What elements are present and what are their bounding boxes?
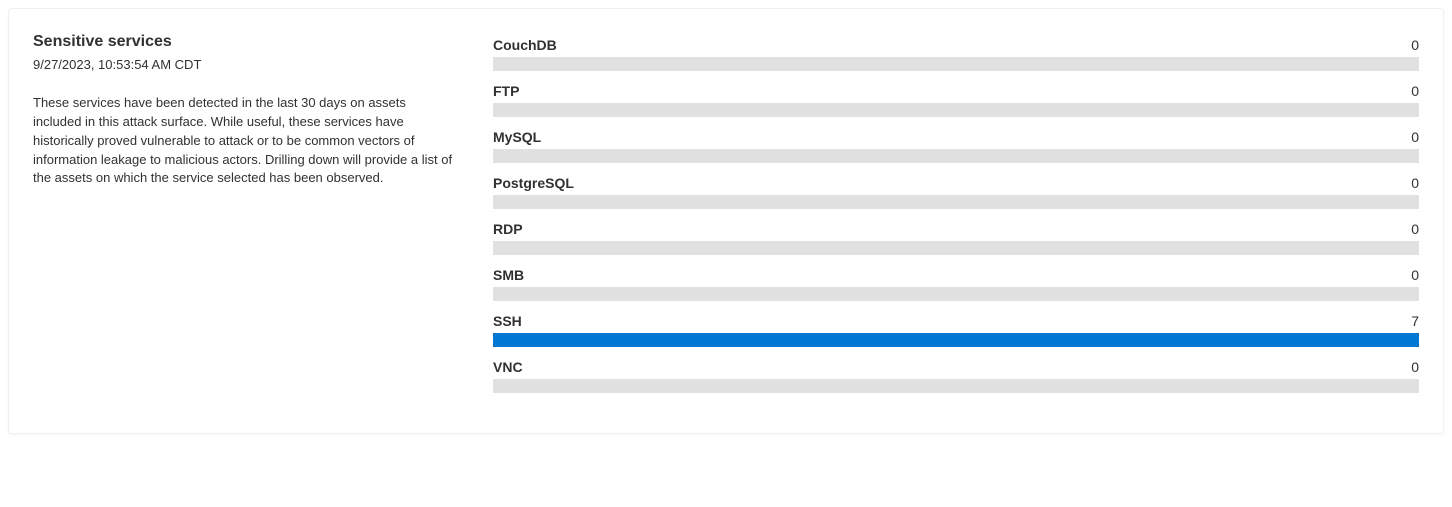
service-header[interactable]: SSH 7 bbox=[493, 313, 1419, 329]
services-list: CouchDB 0 FTP 0 MySQL 0 PostgreSQL 0 RDP 0 SMB 0 SSH… bbox=[493, 33, 1419, 401]
service-row[interactable]: RDP 0 bbox=[493, 217, 1419, 255]
bar-track bbox=[493, 57, 1419, 71]
card-layout: Sensitive services 9/27/2023, 10:53:54 A… bbox=[33, 33, 1419, 401]
service-header[interactable]: MySQL 0 bbox=[493, 129, 1419, 145]
bar-track bbox=[493, 287, 1419, 301]
panel-title: Sensitive services bbox=[33, 33, 453, 51]
service-header[interactable]: FTP 0 bbox=[493, 83, 1419, 99]
service-count: 0 bbox=[1411, 221, 1419, 237]
bar-track bbox=[493, 149, 1419, 163]
panel-description: These services have been detected in the… bbox=[33, 94, 453, 188]
service-count: 0 bbox=[1411, 83, 1419, 99]
bar-track bbox=[493, 379, 1419, 393]
service-count: 0 bbox=[1411, 359, 1419, 375]
service-header[interactable]: CouchDB 0 bbox=[493, 37, 1419, 53]
service-row[interactable]: FTP 0 bbox=[493, 79, 1419, 117]
service-header[interactable]: SMB 0 bbox=[493, 267, 1419, 283]
bar-track bbox=[493, 241, 1419, 255]
service-header[interactable]: RDP 0 bbox=[493, 221, 1419, 237]
service-count: 0 bbox=[1411, 267, 1419, 283]
service-name: FTP bbox=[493, 83, 519, 99]
service-name: PostgreSQL bbox=[493, 175, 574, 191]
service-name: MySQL bbox=[493, 129, 541, 145]
service-row[interactable]: SSH 7 bbox=[493, 309, 1419, 347]
service-name: RDP bbox=[493, 221, 523, 237]
panel-timestamp: 9/27/2023, 10:53:54 AM CDT bbox=[33, 57, 453, 72]
service-count: 0 bbox=[1411, 37, 1419, 53]
service-name: SMB bbox=[493, 267, 524, 283]
service-row[interactable]: SMB 0 bbox=[493, 263, 1419, 301]
bar-track bbox=[493, 333, 1419, 347]
service-name: CouchDB bbox=[493, 37, 557, 53]
service-row[interactable]: MySQL 0 bbox=[493, 125, 1419, 163]
service-count: 7 bbox=[1411, 313, 1419, 329]
service-header[interactable]: VNC 0 bbox=[493, 359, 1419, 375]
bar-track bbox=[493, 103, 1419, 117]
service-row[interactable]: CouchDB 0 bbox=[493, 33, 1419, 71]
service-row[interactable]: PostgreSQL 0 bbox=[493, 171, 1419, 209]
bar-fill bbox=[493, 333, 1419, 347]
service-name: SSH bbox=[493, 313, 522, 329]
service-row[interactable]: VNC 0 bbox=[493, 355, 1419, 393]
service-count: 0 bbox=[1411, 129, 1419, 145]
service-header[interactable]: PostgreSQL 0 bbox=[493, 175, 1419, 191]
service-name: VNC bbox=[493, 359, 523, 375]
bar-track bbox=[493, 195, 1419, 209]
sensitive-services-card: Sensitive services 9/27/2023, 10:53:54 A… bbox=[8, 8, 1444, 434]
service-count: 0 bbox=[1411, 175, 1419, 191]
info-column: Sensitive services 9/27/2023, 10:53:54 A… bbox=[33, 33, 453, 401]
